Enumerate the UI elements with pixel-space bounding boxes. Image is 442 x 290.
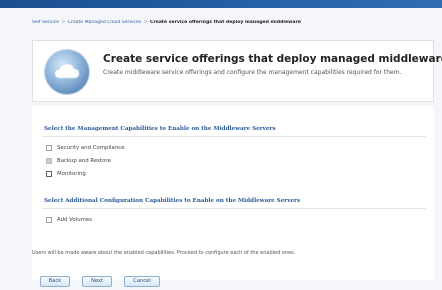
- option-security-compliance[interactable]: Security and Compliance: [46, 144, 124, 152]
- breadcrumb: Self Service > Create Managed Cloud Serv…: [32, 20, 432, 25]
- option-add-volumes[interactable]: Add Volumes: [46, 216, 92, 224]
- content-panel: Select the Management Capabilities to En…: [32, 106, 434, 280]
- page-subtitle: Create middleware service offerings and …: [103, 69, 402, 76]
- checkbox-add-volumes[interactable]: [46, 217, 52, 223]
- top-banner: [0, 0, 442, 8]
- breadcrumb-link-self-service[interactable]: Self Service: [32, 20, 59, 25]
- option-label: Backup and Restore: [57, 158, 111, 164]
- additional-capabilities-heading: Select Additional Configuration Capabili…: [44, 198, 301, 204]
- divider: [42, 136, 426, 137]
- checkbox-backup-restore[interactable]: [46, 158, 52, 164]
- divider: [42, 208, 426, 209]
- option-backup-restore[interactable]: Backup and Restore: [46, 157, 111, 165]
- option-label: Security and Compliance: [57, 145, 125, 151]
- cancel-button[interactable]: Cancel: [124, 276, 160, 287]
- option-monitoring[interactable]: Monitoring: [46, 170, 86, 178]
- breadcrumb-current: Create service offerings that deploy man…: [149, 20, 301, 25]
- header-panel: Create service offerings that deploy man…: [32, 40, 442, 102]
- back-button[interactable]: Back: [40, 276, 70, 287]
- next-button[interactable]: Next: [82, 276, 112, 287]
- checkbox-monitoring[interactable]: [46, 171, 52, 177]
- breadcrumb-separator: >: [60, 20, 67, 25]
- breadcrumb-separator: >: [142, 20, 149, 25]
- breadcrumb-link-managed-cloud[interactable]: Create Managed Cloud Services: [68, 20, 141, 25]
- management-capabilities-heading: Select the Management Capabilities to En…: [44, 126, 276, 132]
- option-label: Add Volumes: [57, 217, 93, 223]
- checkbox-security-compliance[interactable]: [46, 145, 52, 151]
- option-label: Monitoring: [57, 171, 86, 177]
- cloud-icon: [45, 50, 89, 94]
- page-title: Create service offerings that deploy man…: [103, 53, 442, 65]
- info-note: Users will be made aware about the enabl…: [32, 250, 296, 256]
